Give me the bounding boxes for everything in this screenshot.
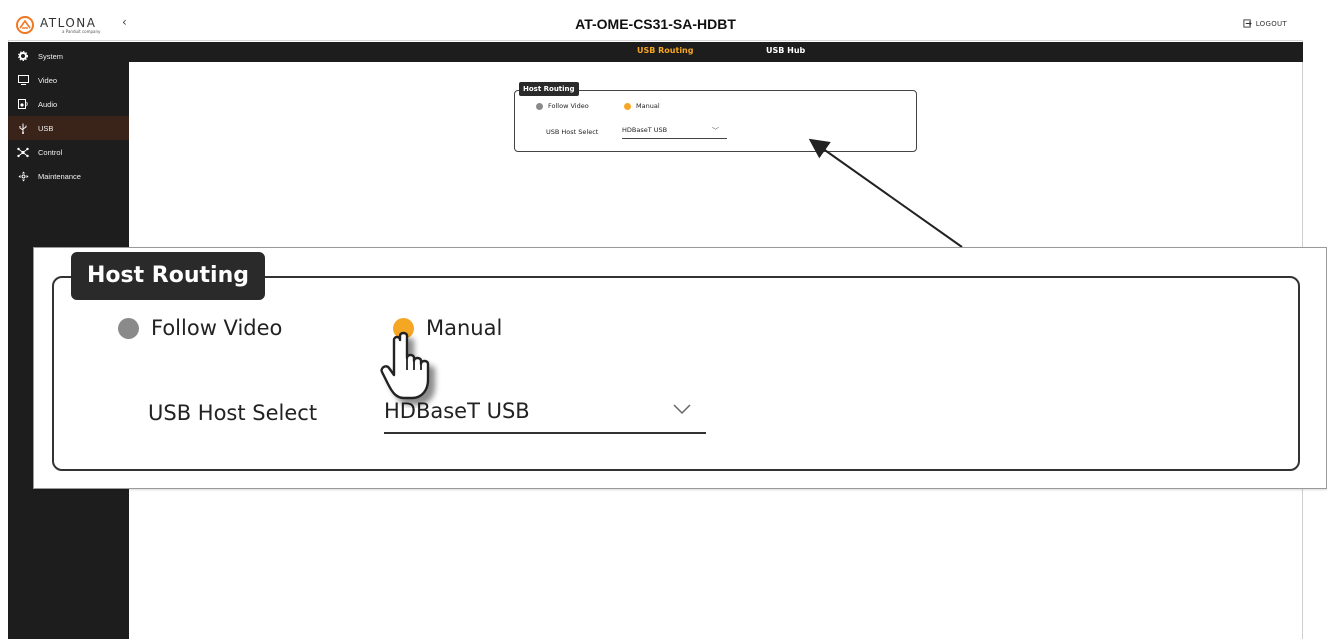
- top-header: ATLONA a Panduit company ‹ AT-OME-CS31-S…: [8, 8, 1303, 41]
- host-routing-legend-zoomed: Host Routing: [71, 252, 265, 300]
- sidebar-item-label: Video: [38, 75, 58, 85]
- host-routing-legend: Host Routing: [519, 82, 579, 96]
- usb-host-select-label: USB Host Select: [546, 128, 599, 136]
- manual-radio[interactable]: Manual: [624, 102, 660, 110]
- host-routing-panel: [514, 90, 917, 152]
- usb-icon: [8, 123, 38, 134]
- sidebar-item-control[interactable]: Control: [8, 140, 129, 164]
- logout-label: LOGOUT: [1255, 19, 1287, 28]
- network-icon: [8, 147, 38, 158]
- pointer-hand-icon: [380, 331, 430, 400]
- sidebar-item-label: Maintenance: [38, 171, 81, 181]
- chevron-down-icon: [673, 404, 691, 415]
- sidebar-item-audio[interactable]: Audio: [8, 92, 129, 116]
- manual-label: Manual: [636, 102, 660, 110]
- radio-unselected-icon: [536, 102, 543, 110]
- gear-icon: [8, 51, 38, 61]
- usb-host-select[interactable]: HDBaseT USB ﹀: [622, 126, 727, 139]
- radio-selected-icon: [624, 102, 631, 110]
- logout-icon: [1243, 19, 1252, 28]
- sidebar-item-label: Audio: [38, 99, 58, 109]
- radio-unselected-icon: [118, 317, 139, 339]
- tab-bar: USB Routing USB Hub: [129, 42, 1303, 62]
- monitor-icon: [8, 75, 38, 85]
- follow-video-radio-zoomed[interactable]: Follow Video: [118, 316, 282, 340]
- usb-host-select-value: HDBaseT USB: [622, 126, 668, 134]
- tab-usb-routing[interactable]: USB Routing: [637, 46, 693, 55]
- speaker-icon: [8, 99, 38, 109]
- host-routing-panel-zoomed: [52, 276, 1300, 471]
- sidebar-item-usb[interactable]: USB: [8, 116, 129, 140]
- logout-button[interactable]: LOGOUT: [1243, 19, 1287, 28]
- tab-usb-hub[interactable]: USB Hub: [766, 46, 805, 55]
- sidebar-item-label: Control: [38, 147, 63, 157]
- sidebar-item-system[interactable]: System: [8, 44, 129, 68]
- sidebar-item-label: System: [38, 51, 64, 61]
- follow-video-label: Follow Video: [548, 102, 589, 110]
- sidebar-item-maintenance[interactable]: Maintenance: [8, 164, 129, 188]
- follow-video-label-zoomed: Follow Video: [151, 316, 283, 340]
- page-title: AT-OME-CS31-SA-HDBT: [575, 16, 736, 32]
- sidebar-item-video[interactable]: Video: [8, 68, 129, 92]
- chevron-down-icon: ﹀: [712, 127, 719, 135]
- sidebar-item-label: USB: [38, 123, 54, 133]
- follow-video-radio[interactable]: Follow Video: [536, 102, 589, 110]
- usb-host-select-label-zoomed: USB Host Select: [148, 401, 318, 425]
- move-arrows-icon: [8, 171, 38, 182]
